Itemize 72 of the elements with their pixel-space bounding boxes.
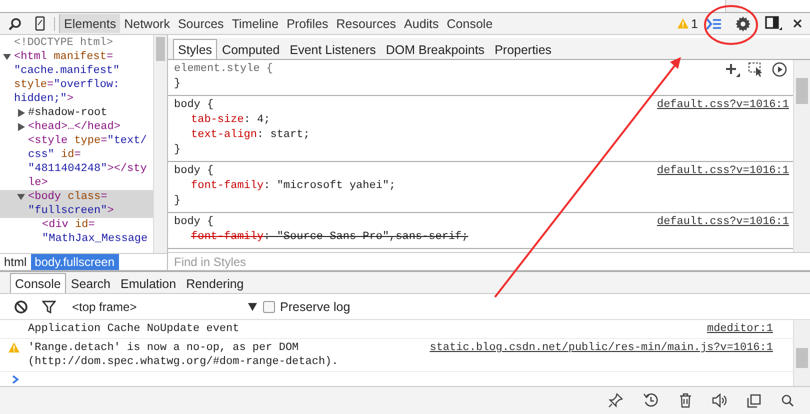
- clear-icon[interactable]: [14, 300, 28, 314]
- dock-icon[interactable]: [765, 16, 783, 31]
- breadcrumb[interactable]: html: [0, 254, 31, 270]
- settings-icon[interactable]: [735, 16, 751, 32]
- panel-tab[interactable]: Console: [442, 14, 497, 33]
- history-icon[interactable]: [643, 393, 659, 408]
- css-property[interactable]: text-align: start;: [174, 128, 789, 143]
- plus-icon[interactable]: [726, 62, 740, 76]
- play-circle-icon[interactable]: [772, 62, 787, 77]
- css-brace: }: [174, 77, 182, 92]
- css-property[interactable]: font-family: "Source Sans Pro",sans-serif;: [174, 230, 789, 245]
- sidebar-tab[interactable]: Styles: [173, 39, 218, 59]
- drawer-tab[interactable]: Emulation: [115, 273, 182, 293]
- panel-tab[interactable]: Elements: [59, 14, 120, 33]
- panel-tab[interactable]: Resources: [332, 14, 400, 33]
- dom-node[interactable]: <html manifest= "cache.manifest" style="overflow: hidden;">: [0, 50, 153, 106]
- sidebar-tab[interactable]: Event Listeners: [284, 39, 381, 59]
- css-selector: body {: [174, 215, 215, 230]
- dom-node[interactable]: #shadow-root: [0, 106, 153, 120]
- source-link[interactable]: static.blog.csdn.net/public/res-min/main.js?v=1016:1: [430, 341, 773, 369]
- panel-tab[interactable]: Timeline: [228, 14, 283, 33]
- element-state-icon[interactable]: [748, 62, 764, 77]
- console-message: Application Cache NoUpdate event: [28, 322, 240, 336]
- search-icon[interactable]: [781, 394, 794, 407]
- caret-icon[interactable]: [248, 302, 257, 310]
- speaker-icon[interactable]: [712, 393, 727, 408]
- css-selector: body {: [174, 164, 215, 179]
- filter-icon[interactable]: [42, 300, 56, 314]
- panel-tab[interactable]: Audits: [400, 14, 443, 33]
- css-selector: body {: [174, 98, 215, 113]
- breadcrumb[interactable]: body.fullscreen: [30, 254, 118, 270]
- panel-tab[interactable]: Network: [120, 14, 174, 33]
- scrollbar[interactable]: [793, 60, 810, 252]
- panel-tab[interactable]: Sources: [174, 14, 228, 33]
- drawer-tab[interactable]: Search: [66, 273, 116, 293]
- scrollbar[interactable]: [793, 320, 810, 386]
- dom-node[interactable]: <!DOCTYPE html>: [0, 36, 153, 50]
- dom-node[interactable]: <head>…</head>: [0, 120, 153, 134]
- css-property[interactable]: font-family: "microsoft yahei";: [174, 179, 789, 194]
- sidebar-tab[interactable]: Computed: [217, 39, 285, 59]
- pin-icon[interactable]: [608, 393, 623, 408]
- panel-tab[interactable]: Profiles: [282, 14, 332, 33]
- checkbox-label[interactable]: Preserve log: [280, 300, 350, 314]
- dom-node[interactable]: <div id= "MathJax_Message: [0, 218, 153, 246]
- css-brace: }: [174, 194, 182, 209]
- warning-count[interactable]: 1: [691, 16, 698, 30]
- console-message: 'Range.detach' is now a no-op, as per DOM (http://dom.spec.whatwg.org/#dom-range-detach).: [28, 341, 340, 369]
- css-selector: element.style {: [174, 62, 274, 77]
- close-icon[interactable]: [793, 19, 802, 28]
- css-property[interactable]: tab-size: 4;: [174, 113, 789, 128]
- dom-node[interactable]: <body class= "fullscreen">: [0, 190, 153, 218]
- source-link[interactable]: mdeditor:1: [706, 322, 773, 336]
- scrollbar[interactable]: [153, 35, 167, 253]
- annotation-circle: [704, 5, 758, 45]
- sidebar-tab[interactable]: DOM Breakpoints: [380, 39, 490, 59]
- context-dropdown[interactable]: <top frame>: [72, 300, 257, 314]
- filter-field[interactable]: Find in Styles: [168, 252, 810, 270]
- drawer-tab[interactable]: Console: [10, 273, 66, 293]
- sidebar-tab[interactable]: Properties: [490, 39, 557, 59]
- prompt-icon[interactable]: [12, 375, 19, 384]
- drawer-tab[interactable]: Rendering: [181, 273, 249, 293]
- trash-icon[interactable]: [679, 393, 692, 408]
- search-icon[interactable]: [8, 16, 22, 30]
- source-link[interactable]: default.css?v=1016:1: [656, 164, 789, 179]
- device-icon[interactable]: [35, 16, 45, 31]
- warning-icon: [8, 342, 20, 353]
- checkbox[interactable]: [263, 300, 275, 312]
- console-drawer-icon[interactable]: [706, 18, 722, 30]
- css-brace: }: [174, 143, 182, 158]
- source-link[interactable]: default.css?v=1016:1: [656, 98, 789, 113]
- source-link[interactable]: default.css?v=1016:1: [656, 215, 789, 230]
- dom-node[interactable]: <style type="text/ css" id= "4811404248"></sty le>: [0, 134, 153, 190]
